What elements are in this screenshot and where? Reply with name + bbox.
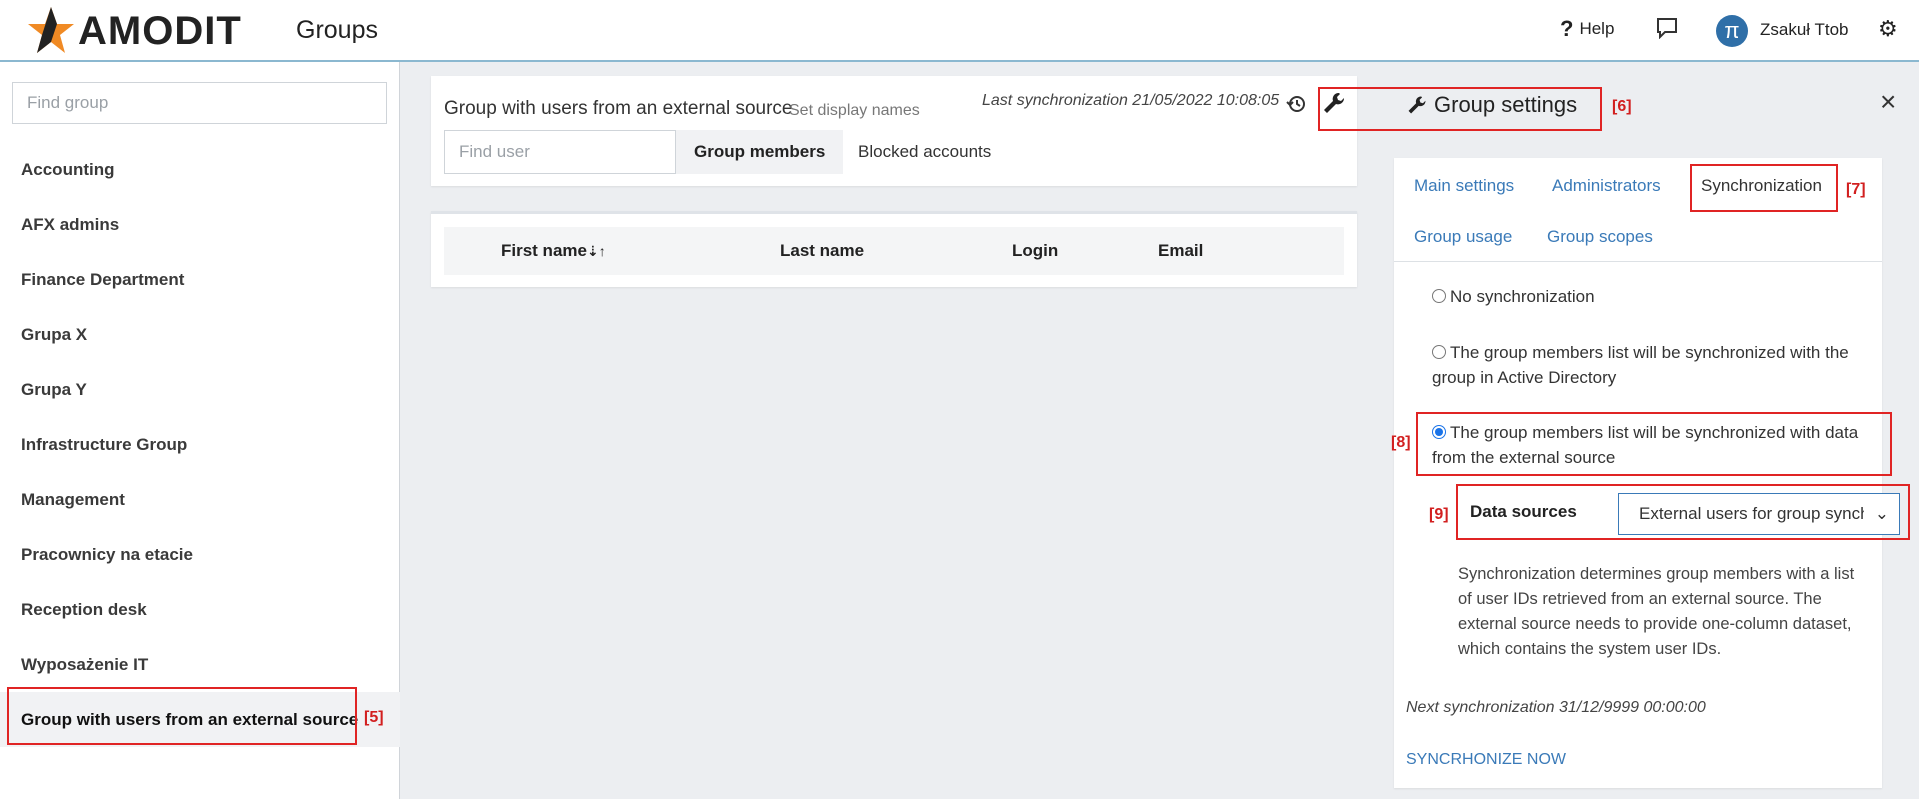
annotation-label-6: [6] [1612, 98, 1632, 115]
find-user-input[interactable] [444, 130, 676, 174]
radio-no-sync[interactable]: No synchronization [1432, 284, 1872, 309]
gear-icon[interactable]: ⚙ [1878, 16, 1898, 42]
members-table-card: First name⇣↑ Last name Login Email [431, 211, 1357, 287]
column-last-name[interactable]: Last name [780, 241, 864, 261]
page-title: Groups [296, 16, 378, 44]
sort-icon[interactable]: ⇣↑ [587, 243, 606, 259]
annotation-box-7 [1690, 164, 1838, 212]
avatar[interactable]: π [1716, 15, 1748, 47]
annotation-box-5 [7, 687, 357, 745]
annotation-box-6 [1318, 87, 1602, 131]
group-item[interactable]: Accounting [0, 142, 400, 197]
annotation-label-7: [7] [1846, 181, 1866, 198]
radio-button[interactable] [1432, 345, 1446, 359]
group-name: Group with users from an external source [444, 98, 793, 119]
history-icon[interactable] [1285, 93, 1307, 115]
tab-group-scopes[interactable]: Group scopes [1547, 227, 1653, 247]
group-list: Accounting AFX admins Finance Department… [0, 142, 400, 747]
group-item[interactable]: Reception desk [0, 582, 400, 637]
next-sync-text: Next synchronization 31/12/9999 00:00:00 [1406, 699, 1706, 716]
tab-blocked-accounts[interactable]: Blocked accounts [840, 130, 1009, 174]
group-item[interactable]: Finance Department [0, 252, 400, 307]
table-header: First name⇣↑ Last name Login Email [444, 227, 1344, 275]
help-link[interactable]: ? Help [1560, 16, 1614, 42]
group-header-card: Group with users from an external source… [431, 76, 1357, 186]
last-sync-text: Last synchronization 21/05/2022 10:08:05 [982, 92, 1280, 109]
radio-sync-ad[interactable]: The group members list will be synchroni… [1432, 340, 1880, 390]
annotation-label-5: [5] [364, 709, 384, 726]
app-header: AMODIT Groups ? Help π Zsakuł Ttob ⚙ [0, 0, 1919, 62]
annotation-label-8: [8] [1391, 434, 1411, 451]
close-icon[interactable]: × [1880, 88, 1896, 116]
column-first-name[interactable]: First name⇣↑ [501, 241, 606, 261]
find-group-input[interactable] [12, 82, 387, 124]
radio-button[interactable] [1432, 289, 1446, 303]
help-label: Help [1579, 19, 1615, 38]
annotation-box-9 [1456, 484, 1910, 540]
group-item[interactable]: Infrastructure Group [0, 417, 400, 472]
tab-group-members[interactable]: Group members [676, 130, 844, 174]
tabs-divider [1394, 261, 1882, 262]
tab-group-usage[interactable]: Group usage [1414, 227, 1512, 247]
user-name[interactable]: Zsakuł Ttob [1760, 20, 1849, 40]
column-email[interactable]: Email [1158, 241, 1203, 261]
help-icon: ? [1560, 16, 1574, 41]
tab-administrators[interactable]: Administrators [1552, 176, 1661, 196]
annotation-box-8 [1416, 412, 1892, 476]
chat-icon[interactable] [1655, 17, 1679, 39]
sync-now-button[interactable]: SYNCRHONIZE NOW [1406, 751, 1566, 769]
column-login[interactable]: Login [1012, 241, 1058, 261]
group-item[interactable]: AFX admins [0, 197, 400, 252]
star-logo-icon [28, 7, 74, 53]
group-item[interactable]: Grupa Y [0, 362, 400, 417]
group-item[interactable]: Wyposażenie IT [0, 637, 400, 692]
sync-description: Synchronization determines group members… [1458, 565, 1855, 658]
group-item[interactable]: Pracownicy na etacie [0, 527, 400, 582]
tab-main-settings[interactable]: Main settings [1414, 176, 1514, 196]
annotation-label-9: [9] [1429, 506, 1449, 523]
amodit-logo[interactable]: AMODIT [26, 4, 242, 58]
set-display-names-link[interactable]: Set display names [789, 102, 920, 120]
group-item[interactable]: Management [0, 472, 400, 527]
logo-text: AMODIT [78, 8, 242, 53]
group-item[interactable]: Grupa X [0, 307, 400, 362]
